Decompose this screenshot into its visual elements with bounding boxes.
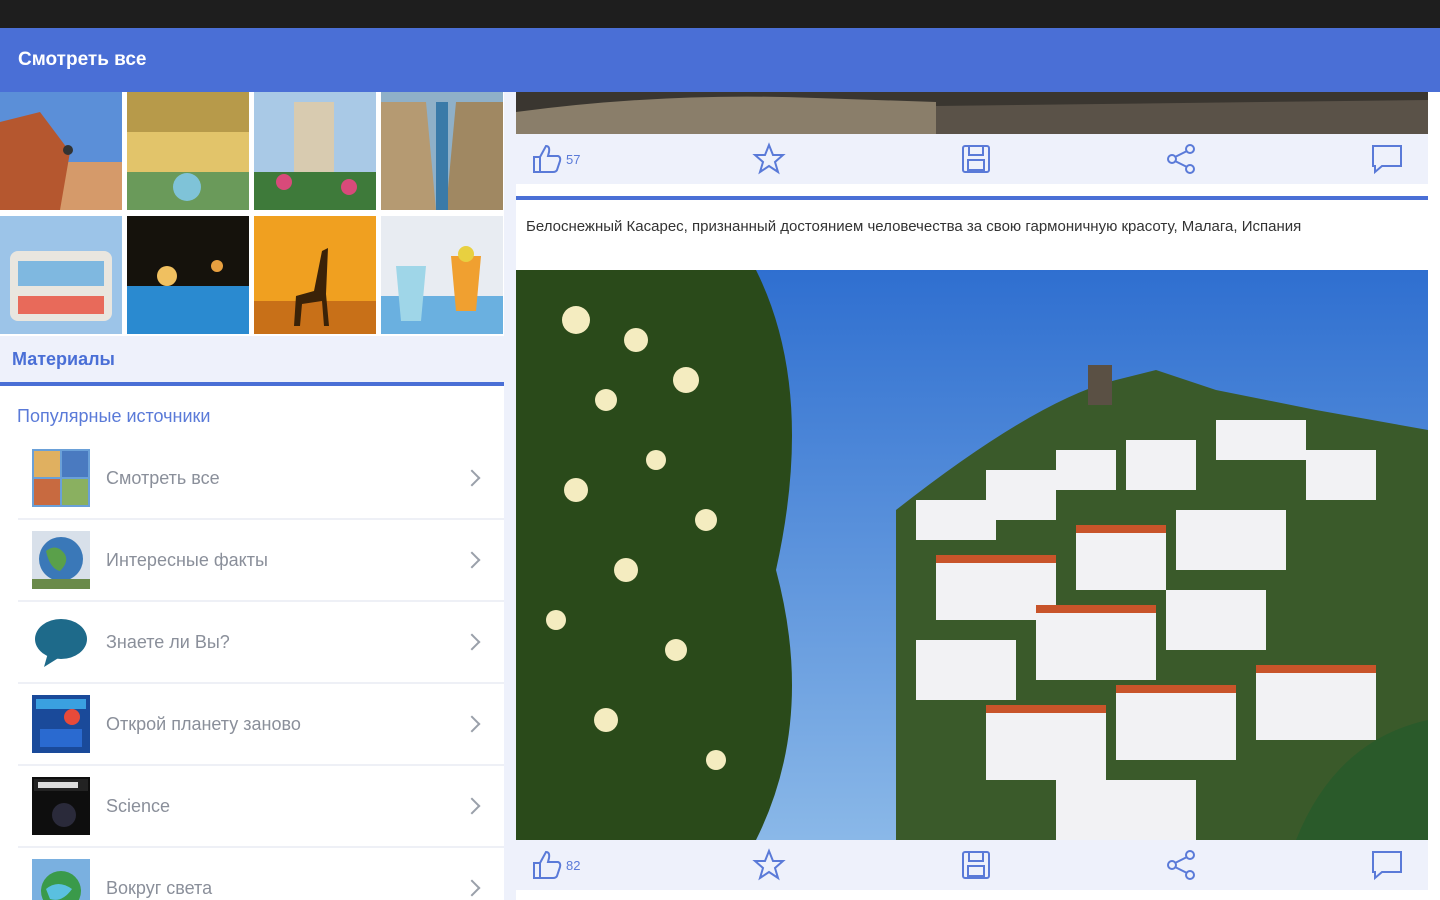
source-item-all[interactable]: Смотреть все <box>18 438 504 520</box>
thumbnail-tower[interactable] <box>254 92 376 210</box>
source-item-did-you-know[interactable]: Знаете ли Вы? <box>18 602 504 684</box>
thumbs-up-icon <box>533 144 562 173</box>
popular-sources-header: Популярные источники <box>17 406 211 426</box>
comment-icon <box>1372 145 1402 175</box>
star-icon <box>752 848 786 881</box>
save-icon <box>962 145 990 173</box>
like-count: 57 <box>566 151 581 167</box>
card-separator <box>516 196 1428 200</box>
source-label: Знаете ли Вы? <box>106 631 230 652</box>
speech-bubble-icon <box>32 613 90 671</box>
comment-icon <box>1372 851 1402 881</box>
post-action-bar: 82 <box>516 840 1428 890</box>
share-button[interactable] <box>1164 142 1198 176</box>
post-action-bar: 57 <box>516 134 1428 184</box>
comment-button[interactable] <box>1370 848 1404 882</box>
like-button[interactable]: 82 <box>530 848 580 882</box>
thumbnail-garden[interactable] <box>127 92 249 210</box>
status-bar <box>0 0 1440 28</box>
source-label: Открой планету заново <box>106 713 301 734</box>
star-icon <box>752 142 786 175</box>
source-item-science[interactable]: Science <box>18 766 504 848</box>
science-cover-icon <box>32 777 90 835</box>
thumbs-up-icon <box>533 850 562 879</box>
app-bar-title: Смотреть все <box>18 49 147 70</box>
materials-header: Материалы <box>0 336 504 386</box>
thumbnail-giraffe[interactable] <box>254 216 376 334</box>
chevron-right-icon <box>463 797 481 815</box>
left-pane: Материалы Популярные источники Смотреть … <box>0 92 504 900</box>
earth-icon <box>32 859 90 900</box>
magazine-icon <box>32 695 90 753</box>
source-item-discover-planet[interactable]: Открой планету заново <box>18 684 504 766</box>
chevron-right-icon <box>463 551 481 569</box>
thumbnail-grid <box>0 92 504 336</box>
globe-icon <box>32 531 90 589</box>
sources-list: Смотреть все Интересные факты Знаете ли … <box>18 438 504 900</box>
share-icon <box>1167 144 1195 174</box>
chevron-right-icon <box>463 633 481 651</box>
source-label: Science <box>106 795 171 816</box>
post-photo-previous[interactable] <box>516 92 1428 134</box>
source-label: Вокруг света <box>106 877 213 898</box>
source-item-facts[interactable]: Интересные факты <box>18 520 504 602</box>
comment-button[interactable] <box>1370 142 1404 176</box>
save-icon <box>962 851 990 879</box>
save-button[interactable] <box>959 848 993 882</box>
like-count: 82 <box>566 857 581 873</box>
pane-divider <box>504 92 516 900</box>
thumbnail-cocktails[interactable] <box>381 216 503 334</box>
thumbnail-pool-night[interactable] <box>127 216 249 334</box>
like-button[interactable]: 57 <box>530 142 580 176</box>
post-caption: Белоснежный Касарес, признанный достояни… <box>526 218 1302 235</box>
materials-title: Материалы <box>12 348 115 369</box>
thumbnail-canal[interactable] <box>381 92 503 210</box>
thumbnail-climber[interactable] <box>0 92 122 210</box>
post-photo-casares[interactable] <box>516 270 1428 840</box>
share-icon <box>1167 850 1195 880</box>
feed-pane: 57 Белоснежный Касарес, признанный досто… <box>516 92 1440 900</box>
source-item-around-world[interactable]: Вокруг света <box>18 848 504 900</box>
chevron-right-icon <box>463 715 481 733</box>
chevron-right-icon <box>463 879 481 897</box>
save-button[interactable] <box>959 142 993 176</box>
favorite-button[interactable] <box>752 142 786 176</box>
favorite-button[interactable] <box>752 848 786 882</box>
share-button[interactable] <box>1164 848 1198 882</box>
source-label: Интересные факты <box>106 549 268 570</box>
thumbnail-bus[interactable] <box>0 216 122 334</box>
source-label: Смотреть все <box>106 467 220 488</box>
app-bar: Смотреть все <box>0 28 1440 92</box>
chevron-right-icon <box>463 469 481 487</box>
collage-icon <box>32 449 90 507</box>
